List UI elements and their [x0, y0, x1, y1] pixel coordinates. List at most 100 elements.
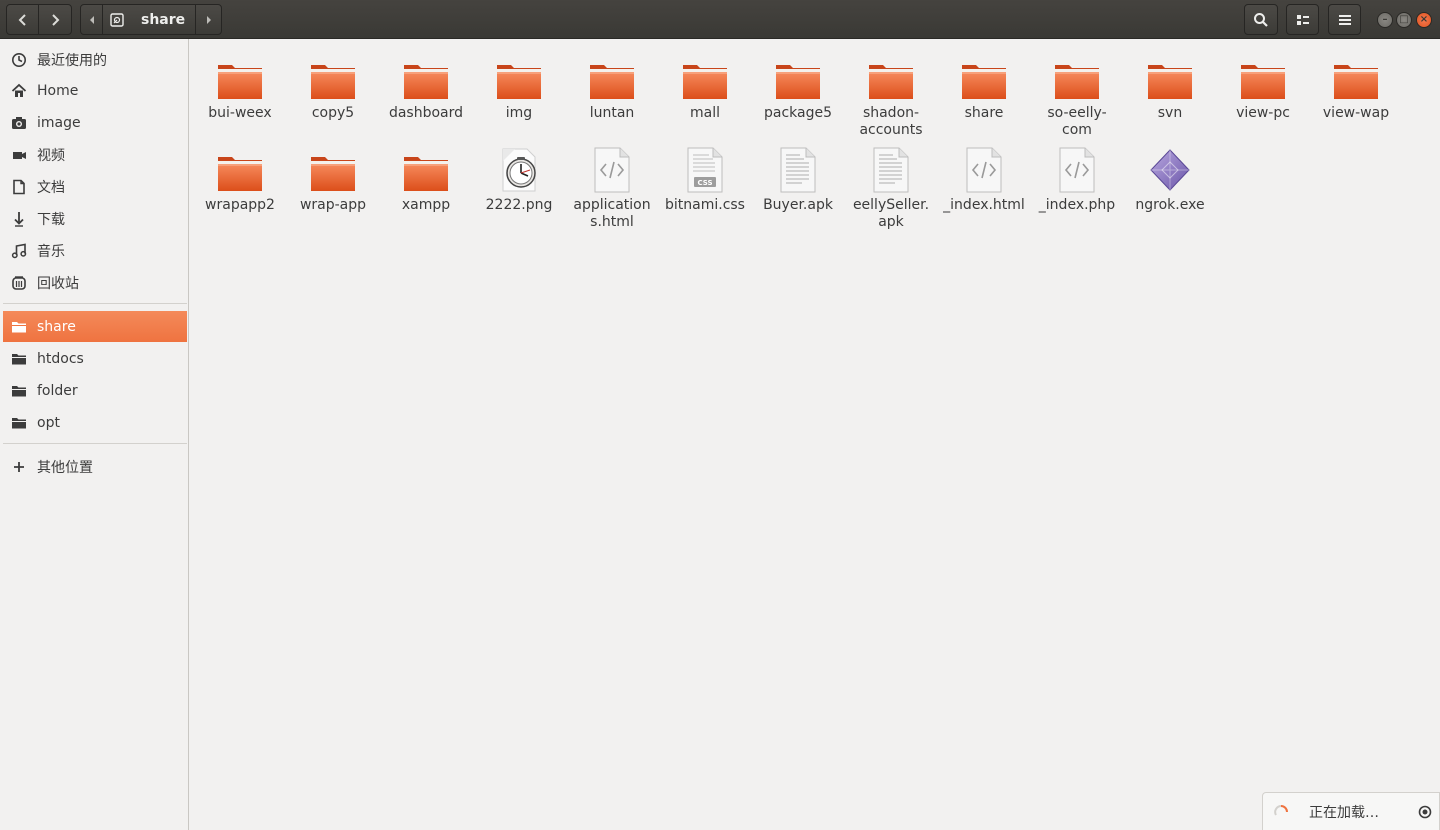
folder-item[interactable]: so-eelly-com [1032, 53, 1122, 139]
sidebar-item-folder[interactable]: folder [0, 375, 188, 406]
video-icon [11, 147, 27, 163]
file-name: view-pc [1236, 105, 1290, 121]
forward-button[interactable] [38, 4, 72, 35]
file-name: xampp [401, 197, 451, 213]
file-item[interactable]: eellySeller. apk [846, 145, 936, 231]
folder-icon [11, 351, 27, 367]
sidebar-item-share[interactable]: share [3, 311, 187, 342]
stop-loading-icon[interactable] [1418, 805, 1432, 819]
file-item[interactable]: _index.php [1032, 145, 1122, 214]
file-name: ngrok.exe [1135, 197, 1205, 213]
sidebar-item-htdocs[interactable]: htdocs [0, 343, 188, 374]
file-name: _index.php [1038, 197, 1116, 213]
close-button[interactable]: × [1416, 12, 1432, 28]
file-name: wrapapp2 [205, 197, 275, 213]
folder-item[interactable]: view-pc [1218, 53, 1308, 122]
sidebar-separator [3, 303, 187, 304]
sidebar-item-opt[interactable]: opt [0, 407, 188, 438]
triangle-right-icon [206, 15, 211, 24]
path-segment-current[interactable]: share [131, 12, 195, 28]
header-bar: share – □ × [0, 0, 1440, 39]
sidebar-item-recent[interactable]: 最近使用的 [0, 44, 188, 75]
folder-item[interactable]: wrap-app [288, 145, 378, 214]
file-name: mall [690, 105, 720, 121]
folder-icon [215, 145, 265, 193]
folder-icon [959, 53, 1009, 101]
folder-item[interactable]: package5 [753, 53, 843, 122]
chevron-right-icon [52, 13, 60, 26]
plus-icon [11, 459, 27, 475]
sidebar-item-home[interactable]: Home [0, 75, 188, 106]
sidebar-item-music[interactable]: 音乐 [0, 235, 188, 266]
maximize-icon: □ [1399, 14, 1409, 25]
hamburger-menu-icon [1338, 14, 1351, 25]
download-icon [11, 211, 27, 227]
loading-indicator: 正在加载… [1262, 792, 1440, 830]
sidebar-item-label: 其他位置 [37, 459, 93, 476]
view-options-button[interactable] [1286, 4, 1319, 35]
minimize-button[interactable]: – [1377, 12, 1393, 28]
folder-item[interactable]: xampp [381, 145, 471, 214]
sidebar-item-label: 下载 [37, 211, 65, 228]
folder-item[interactable]: svn [1125, 53, 1215, 122]
sidebar-separator [3, 443, 187, 444]
folder-item[interactable]: wrapapp2 [195, 145, 285, 214]
folder-item[interactable]: img [474, 53, 564, 122]
document-icon [11, 179, 27, 195]
file-name: so-eelly-com [1047, 105, 1107, 138]
code-file-icon [1052, 145, 1102, 193]
folder-item[interactable]: luntan [567, 53, 657, 122]
folder-icon [11, 319, 27, 335]
file-name: wrap-app [299, 197, 367, 213]
folder-icon [494, 53, 544, 101]
file-name: img [505, 105, 533, 121]
file-item[interactable]: ngrok.exe [1125, 145, 1215, 214]
folder-icon [11, 383, 27, 399]
folder-icon [215, 53, 265, 101]
css-file-icon: CSS [680, 145, 730, 193]
file-item[interactable]: Buyer.apk [753, 145, 843, 214]
sidebar-item-trash[interactable]: 回收站 [0, 267, 188, 298]
file-item[interactable]: _index.html [939, 145, 1029, 214]
sidebar-item-downloads[interactable]: 下载 [0, 203, 188, 234]
sidebar-item-videos[interactable]: 视频 [0, 139, 188, 170]
camera-icon [11, 115, 27, 131]
file-name: application s.html [573, 197, 651, 230]
sidebar-item-label: 回收站 [37, 275, 79, 292]
folder-icon [680, 53, 730, 101]
image-file-icon [494, 145, 544, 193]
file-item[interactable]: CSS bitnami.css [660, 145, 750, 214]
file-item[interactable]: 2222.png [474, 145, 564, 214]
music-icon [11, 243, 27, 259]
sidebar-item-documents[interactable]: 文档 [0, 171, 188, 202]
folder-item[interactable]: mall [660, 53, 750, 122]
path-root-button[interactable] [103, 5, 131, 34]
text-file-icon [866, 145, 916, 193]
minimize-icon: – [1382, 14, 1388, 25]
path-scroll-right-button[interactable] [195, 5, 221, 34]
sidebar-item-image[interactable]: image [0, 107, 188, 138]
triangle-left-icon [89, 15, 94, 24]
folder-icon [1238, 53, 1288, 101]
file-name: copy5 [311, 105, 355, 121]
file-name: package5 [763, 105, 832, 121]
chevron-left-icon [18, 13, 26, 26]
search-button[interactable] [1244, 4, 1278, 35]
sidebar-item-label: 视频 [37, 147, 65, 164]
folder-item[interactable]: bui-weex [195, 53, 285, 122]
folder-item[interactable]: view-wap [1311, 53, 1401, 122]
maximize-button[interactable]: □ [1396, 12, 1412, 28]
folder-item[interactable]: copy5 [288, 53, 378, 122]
path-scroll-left-button[interactable] [81, 5, 103, 34]
file-item[interactable]: application s.html [567, 145, 657, 231]
folder-item[interactable]: dashboard [381, 53, 471, 122]
folder-icon [587, 53, 637, 101]
folder-item[interactable]: shadon-accounts [846, 53, 936, 139]
folder-icon [773, 53, 823, 101]
folder-item[interactable]: share [939, 53, 1029, 122]
menu-button[interactable] [1328, 4, 1361, 35]
sidebar-item-other-locations[interactable]: 其他位置 [0, 451, 188, 482]
sidebar-item-label: 最近使用的 [37, 52, 107, 69]
file-name: svn [1157, 105, 1183, 121]
back-button[interactable] [6, 4, 39, 35]
